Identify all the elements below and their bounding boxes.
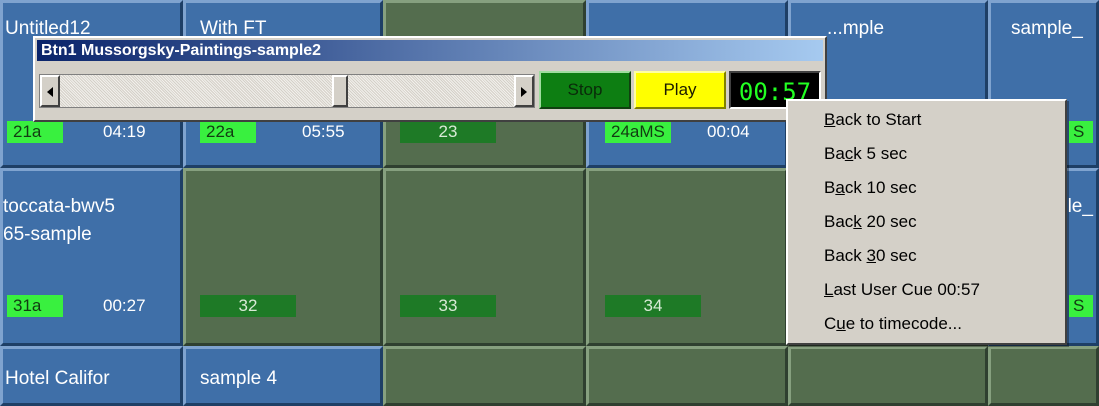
menu-item[interactable]: Back 30 sec — [824, 240, 917, 272]
menu-item-text: k 5 sec — [853, 144, 908, 163]
play-button[interactable]: Play — [634, 71, 726, 109]
menu-item-text: B — [824, 178, 836, 197]
menu-item-text: Ba — [824, 144, 845, 163]
cart-button-empty[interactable] — [988, 346, 1099, 406]
menu-item-accelerator: a — [835, 178, 845, 197]
cart-number-label: 23 — [400, 121, 496, 143]
cart-duration: 00:04 — [707, 122, 750, 141]
cart-title: sample 4 — [200, 368, 278, 389]
cart-number-label: 21a — [7, 121, 63, 143]
cart-button-empty[interactable] — [586, 346, 788, 406]
cart-title: toccata-bwv5 65-sample — [3, 196, 115, 245]
cart-title: ...mple — [827, 18, 885, 39]
cart-number-label: S — [1069, 295, 1093, 317]
cart-button-34[interactable]: 34 — [586, 168, 788, 346]
cart-title: sample_ — [1011, 18, 1083, 39]
menu-item-accelerator: u — [836, 314, 846, 333]
seek-bar[interactable] — [39, 74, 535, 108]
menu-item[interactable]: Last User Cue 00:57 — [824, 274, 980, 306]
menu-item-text: ck 10 sec — [844, 178, 917, 197]
cart-button-33[interactable]: 33 — [383, 168, 586, 346]
menu-item[interactable]: Back 5 sec — [824, 138, 907, 170]
menu-item[interactable]: Cue to timecode... — [824, 308, 962, 340]
menu-item[interactable]: Back to Start — [824, 104, 921, 136]
menu-item-text: Bac — [824, 212, 854, 231]
cart-button-empty[interactable] — [788, 346, 988, 406]
menu-item-text: 0 sec — [876, 246, 917, 265]
cart-number-label: 34 — [605, 295, 701, 317]
cart-button-31a[interactable]: toccata-bwv5 65-sample 31a 00:27 — [0, 168, 183, 346]
menu-item-accelerator: B — [824, 110, 836, 129]
cart-button-32[interactable]: 32 — [183, 168, 383, 346]
player-window: Btn1 Mussorgsky-Paintings-sample2 Stop P… — [33, 36, 827, 122]
menu-item-text: ack to Start — [835, 110, 922, 129]
cart-number-label: 24aMS — [605, 121, 671, 143]
context-menu: Back to Start Back 5 sec Back 10 sec Back 2… — [786, 99, 1067, 345]
arrow-right-icon — [521, 87, 527, 97]
scroll-right-button[interactable] — [514, 75, 534, 107]
cart-duration: 00:27 — [103, 296, 146, 315]
cart-number-label: 22a — [200, 121, 256, 143]
seek-thumb[interactable] — [332, 75, 348, 107]
cart-button-sample-4[interactable]: sample 4 — [183, 346, 383, 406]
cart-duration: 05:55 — [302, 122, 345, 141]
menu-item-text: e to timecode... — [845, 314, 962, 333]
cart-number-label: 33 — [400, 295, 496, 317]
cart-number-label: S — [1069, 121, 1093, 143]
cart-number-label: 31a — [7, 295, 63, 317]
menu-item-text: ast User Cue 00:57 — [833, 280, 980, 299]
player-title: Btn1 Mussorgsky-Paintings-sample2 — [37, 40, 823, 61]
menu-item-accelerator: k — [853, 212, 862, 231]
scroll-left-button[interactable] — [40, 75, 60, 107]
menu-item-text: C — [824, 314, 837, 333]
cart-number-label: 32 — [200, 295, 296, 317]
menu-item-text: 20 sec — [861, 212, 917, 231]
menu-item[interactable]: Back 20 sec — [824, 206, 917, 238]
arrow-left-icon — [47, 87, 53, 97]
menu-item-accelerator: 3 — [866, 246, 876, 265]
menu-item[interactable]: Back 10 sec — [824, 172, 917, 204]
cart-button-hotel-california[interactable]: Hotel Califor — [0, 346, 183, 406]
stop-button[interactable]: Stop — [539, 71, 631, 109]
cart-button-empty[interactable] — [383, 346, 586, 406]
menu-item-text: Back — [824, 246, 867, 265]
cart-title: Hotel Califor — [5, 368, 110, 389]
cart-duration: 04:19 — [103, 122, 146, 141]
